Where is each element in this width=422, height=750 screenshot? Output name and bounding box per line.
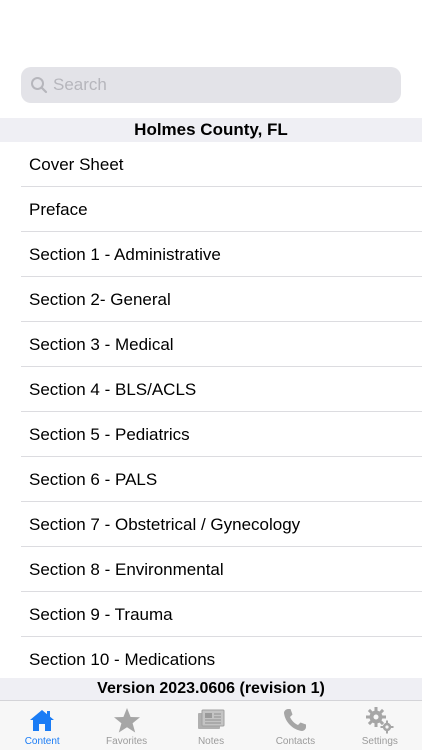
list-item-section-6[interactable]: Section 6 - PALS [0, 457, 422, 502]
tab-label: Content [24, 736, 60, 747]
tab-bar: Content Favorites Notes Contacts Setting… [0, 700, 422, 750]
house-icon [27, 706, 57, 734]
tab-content[interactable]: Content [0, 701, 84, 750]
list-item-section-4[interactable]: Section 4 - BLS/ACLS [0, 367, 422, 412]
tab-label: Favorites [106, 736, 148, 747]
tab-label: Notes [197, 736, 225, 747]
list-item-cover-sheet[interactable]: Cover Sheet [0, 142, 422, 187]
list-item-section-7[interactable]: Section 7 - Obstetrical / Gynecology [0, 502, 422, 547]
tab-contacts[interactable]: Contacts [253, 701, 337, 750]
list-item-section-9[interactable]: Section 9 - Trauma [0, 592, 422, 637]
search-bar[interactable] [21, 67, 401, 103]
list-item-section-8[interactable]: Section 8 - Environmental [0, 547, 422, 592]
search-input[interactable] [53, 70, 383, 100]
star-icon [112, 706, 142, 734]
gear-icon [365, 706, 395, 734]
search-icon [29, 75, 49, 95]
list-item-section-1[interactable]: Section 1 - Administrative [0, 232, 422, 277]
notes-icon [196, 706, 226, 734]
tab-favorites[interactable]: Favorites [84, 701, 168, 750]
tab-label: Contacts [275, 736, 316, 747]
version-footer: Version 2023.0606 (revision 1) [0, 678, 422, 700]
tab-label: Settings [361, 736, 398, 747]
tab-settings[interactable]: Settings [338, 701, 422, 750]
phone-icon [280, 706, 310, 734]
status-bar-area [0, 0, 422, 66]
content-list[interactable]: Cover Sheet Preface Section 1 - Administ… [0, 142, 422, 678]
list-item-section-2[interactable]: Section 2- General [0, 277, 422, 322]
tab-notes[interactable]: Notes [169, 701, 253, 750]
section-header-title: Holmes County, FL [0, 118, 422, 142]
search-field-container[interactable] [21, 67, 401, 103]
list-item-section-10[interactable]: Section 10 - Medications [0, 637, 422, 678]
list-item-preface[interactable]: Preface [0, 187, 422, 232]
list-item-section-3[interactable]: Section 3 - Medical [0, 322, 422, 367]
list-item-section-5[interactable]: Section 5 - Pediatrics [0, 412, 422, 457]
